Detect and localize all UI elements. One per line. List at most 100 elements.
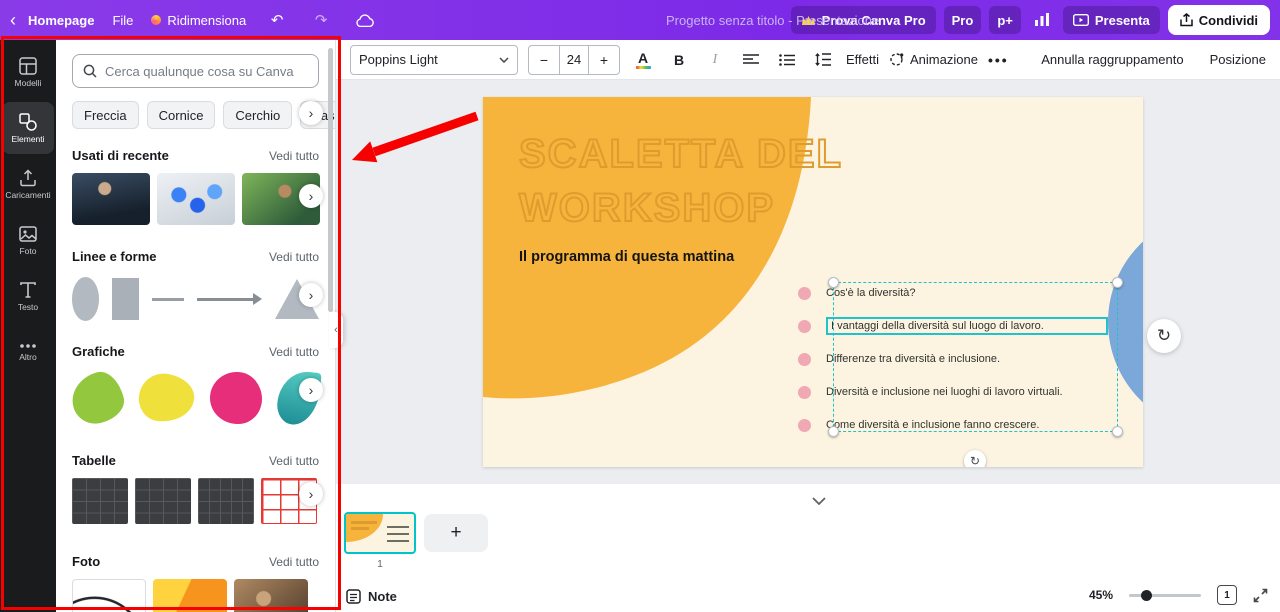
chip-cornice[interactable]: Cornice	[147, 101, 216, 129]
photos-row	[72, 579, 319, 612]
share-button[interactable]: Condividi	[1168, 5, 1270, 35]
panel-collapse-handle[interactable]: ‹	[329, 312, 343, 348]
sidebar-item-elementi[interactable]: Elementi	[2, 102, 54, 154]
recent-thumb-1[interactable]	[72, 173, 150, 225]
alignment-button[interactable]	[738, 46, 764, 74]
present-icon	[1073, 14, 1089, 26]
font-size-increase-button[interactable]: +	[589, 46, 619, 74]
text-icon	[19, 281, 37, 299]
bullet-dot	[798, 419, 811, 432]
position-button[interactable]: Posizione	[1210, 52, 1266, 67]
table-template-1[interactable]	[72, 478, 128, 524]
bullet-dot	[798, 353, 811, 366]
list-button[interactable]	[774, 46, 800, 74]
recent-scroll-chevron[interactable]: ›	[299, 184, 323, 208]
page-count-button[interactable]: 1	[1217, 585, 1237, 605]
photo-thumb-3[interactable]	[234, 579, 308, 612]
chip-cerchio[interactable]: Cerchio	[223, 101, 292, 129]
notes-button[interactable]: Note	[346, 589, 397, 604]
selection-box[interactable]	[833, 282, 1118, 432]
see-all-photos[interactable]: Vedi tutto	[269, 555, 319, 569]
page-thumbnail-number: 1	[344, 559, 416, 570]
sidebar-item-modelli[interactable]: Modelli	[2, 46, 54, 98]
present-button[interactable]: Presenta	[1063, 6, 1160, 34]
add-page-button[interactable]: +	[424, 514, 488, 552]
see-all-recent[interactable]: Vedi tutto	[269, 149, 319, 163]
rotate-handle[interactable]: ↻	[964, 450, 986, 467]
undo-button[interactable]: ↶	[264, 7, 290, 33]
file-menu[interactable]: File	[112, 13, 133, 28]
bullet-list-icon	[779, 54, 795, 66]
effects-button[interactable]: Effetti	[846, 52, 879, 67]
resize-button[interactable]: Ridimensiona	[151, 13, 246, 28]
top-bar: ‹ Homepage File Ridimensiona ↶ ↷ Progett…	[0, 0, 1280, 40]
tables-scroll-chevron[interactable]: ›	[299, 482, 323, 506]
shape-square[interactable]	[112, 278, 138, 320]
zoom-level[interactable]: 45%	[1089, 588, 1113, 602]
bullet-dot	[798, 320, 811, 333]
page-thumbnail-1[interactable]	[344, 512, 416, 554]
pplus-badge[interactable]: p+	[989, 6, 1021, 34]
sidebar-item-caricamenti[interactable]: Caricamenti	[2, 158, 54, 210]
font-family-select[interactable]: Poppins Light	[350, 45, 518, 75]
animate-button[interactable]: Animazione	[889, 52, 978, 67]
slide-canvas[interactable]: SCALETTA DEL WORKSHOP Il programma di qu…	[483, 97, 1143, 467]
photo-thumb-1[interactable]	[72, 579, 146, 612]
font-size-value[interactable]: 24	[559, 46, 589, 74]
collapse-strip-chevron[interactable]	[810, 495, 828, 507]
panel-scrollbar[interactable]	[328, 48, 333, 312]
cycle-pages-button[interactable]: ↻	[1147, 319, 1181, 353]
redo-button[interactable]: ↷	[308, 7, 334, 33]
graphic-pink-blob[interactable]	[210, 372, 261, 424]
font-size-decrease-button[interactable]: −	[529, 46, 559, 74]
shape-line[interactable]	[152, 298, 184, 301]
zoom-slider-knob[interactable]	[1141, 590, 1152, 601]
elements-icon	[19, 113, 37, 131]
font-size-stepper: − 24 +	[528, 45, 620, 75]
chip-freccia[interactable]: Freccia	[72, 101, 139, 129]
search-icon	[83, 64, 97, 78]
section-title-graphics: Grafiche	[72, 344, 125, 359]
ungroup-button[interactable]: Annulla raggruppamento	[1041, 52, 1183, 67]
shape-circle[interactable]	[72, 277, 99, 321]
sidebar-item-altro[interactable]: Altro	[2, 326, 54, 378]
status-bar-right: 45% 1	[1089, 585, 1268, 605]
sidebar-item-testo[interactable]: Testo	[2, 270, 54, 322]
shapes-scroll-chevron[interactable]: ›	[299, 283, 323, 307]
bold-button[interactable]: B	[666, 46, 692, 74]
see-all-graphics[interactable]: Vedi tutto	[269, 345, 319, 359]
table-template-2[interactable]	[135, 478, 191, 524]
back-chevron-icon[interactable]: ‹	[10, 11, 16, 29]
italic-button[interactable]: I	[702, 46, 728, 74]
text-color-button[interactable]: A	[630, 46, 656, 74]
shape-arrow[interactable]	[197, 293, 262, 305]
selection-handle-tr[interactable]	[1112, 277, 1123, 288]
slide-subtitle[interactable]: Il programma di questa mattina	[519, 249, 734, 265]
slide-title[interactable]: SCALETTA DEL WORKSHOP	[519, 127, 843, 235]
sidebar-item-foto[interactable]: Foto	[2, 214, 54, 266]
recent-thumb-2[interactable]	[157, 173, 235, 225]
photo-thumb-2[interactable]	[153, 579, 227, 612]
fullscreen-icon[interactable]	[1253, 588, 1268, 603]
see-all-lines-shapes[interactable]: Vedi tutto	[269, 250, 319, 264]
annotation-red-arrow	[345, 100, 487, 178]
selection-handle-bl[interactable]	[828, 426, 839, 437]
share-icon	[1180, 13, 1193, 27]
selection-handle-br[interactable]	[1112, 426, 1123, 437]
insights-button[interactable]	[1029, 7, 1055, 33]
spacing-button[interactable]	[810, 46, 836, 74]
see-all-tables[interactable]: Vedi tutto	[269, 454, 319, 468]
graphic-green-blob[interactable]	[67, 368, 129, 429]
selection-handle-tl[interactable]	[828, 277, 839, 288]
homepage-button[interactable]: Homepage	[28, 13, 94, 28]
search-box[interactable]	[72, 54, 319, 88]
document-title[interactable]: Progetto senza titolo - Presentazione	[666, 0, 879, 40]
more-options-button[interactable]: •••	[988, 52, 1009, 68]
graphics-scroll-chevron[interactable]: ›	[299, 378, 323, 402]
chips-scroll-chevron[interactable]: ›	[299, 101, 323, 125]
zoom-slider[interactable]	[1129, 594, 1201, 597]
search-input[interactable]	[105, 64, 308, 79]
graphic-yellow-blob[interactable]	[136, 370, 197, 425]
pro-badge[interactable]: Pro	[944, 6, 982, 34]
table-template-3[interactable]	[198, 478, 254, 524]
